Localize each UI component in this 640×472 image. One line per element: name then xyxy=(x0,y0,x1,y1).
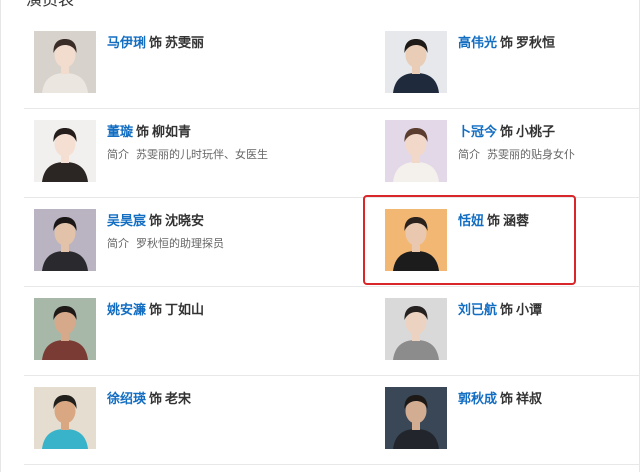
actor-name-link[interactable]: 马伊琍 xyxy=(107,35,146,50)
role-name: 丁如山 xyxy=(165,302,205,317)
role-name: 沈晓安 xyxy=(165,213,205,228)
actor-photo[interactable] xyxy=(34,120,96,182)
cast-item[interactable]: 姚安濂饰丁如山 xyxy=(34,287,304,375)
actor-name-link[interactable]: 高伟光 xyxy=(458,35,497,50)
description-text: 苏雯丽的儿时玩伴、女医生 xyxy=(136,149,268,161)
actor-photo[interactable] xyxy=(34,298,96,360)
actor-name-link[interactable]: 徐绍瑛 xyxy=(107,391,146,406)
cast-item[interactable]: 马伊琍饰苏雯丽 xyxy=(34,20,304,108)
cast-name-line: 姚安濂饰丁如山 xyxy=(107,302,204,318)
actor-name-link[interactable]: 卜冠今 xyxy=(458,124,497,139)
cast-row: 马伊琍饰苏雯丽 高伟光饰罗秋恒 xyxy=(24,20,640,109)
cast-name-line: 徐绍瑛饰老宋 xyxy=(107,391,191,407)
as-label: 饰 xyxy=(149,213,163,228)
cast-item[interactable]: 吴昊宸饰沈晓安简介 罗秋恒的助理探员 xyxy=(34,198,304,286)
cast-name-line: 刘已航饰小谭 xyxy=(458,302,542,318)
description-label: 简介 xyxy=(107,238,129,250)
actor-photo[interactable] xyxy=(385,387,447,449)
role-name: 老宋 xyxy=(165,391,192,406)
role-description: 简介 苏雯丽的儿时玩伴、女医生 xyxy=(107,148,268,162)
actor-name-link[interactable]: 郭秋成 xyxy=(458,391,497,406)
cast-item[interactable]: 高伟光饰罗秋恒 xyxy=(385,20,640,108)
cast-name-line: 董璇饰柳如青 xyxy=(107,124,191,140)
role-name: 小桃子 xyxy=(516,124,556,139)
as-label: 饰 xyxy=(500,391,514,406)
as-label: 饰 xyxy=(500,302,514,317)
description-label: 简介 xyxy=(107,149,129,161)
cast-item[interactable]: 卜冠今饰小桃子简介 苏雯丽的贴身女仆 xyxy=(385,109,640,197)
description-label: 简介 xyxy=(458,149,480,161)
as-label: 饰 xyxy=(500,35,514,50)
cast-row: 董璇饰柳如青 简介 苏雯丽的儿时玩伴、女医生 卜冠今饰小桃子 简介 苏雯丽的贴身女仆 xyxy=(24,109,640,198)
role-name: 苏雯丽 xyxy=(165,35,205,50)
as-label: 饰 xyxy=(136,124,150,139)
actor-photo[interactable] xyxy=(385,31,447,93)
as-label: 饰 xyxy=(149,391,163,406)
highlight-box xyxy=(363,195,576,285)
as-label: 饰 xyxy=(149,35,163,50)
actor-photo[interactable] xyxy=(34,31,96,93)
role-name: 柳如青 xyxy=(152,124,192,139)
role-name: 祥叔 xyxy=(516,391,543,406)
actor-photo[interactable] xyxy=(385,120,447,182)
actor-name-link[interactable]: 董璇 xyxy=(107,124,133,139)
cast-name-line: 郭秋成饰祥叔 xyxy=(458,391,542,407)
cast-name-line: 卜冠今饰小桃子 xyxy=(458,124,555,140)
cast-item[interactable]: 徐绍瑛饰老宋 xyxy=(34,376,304,464)
actor-name-link[interactable]: 姚安濂 xyxy=(107,302,146,317)
role-name: 小谭 xyxy=(516,302,543,317)
actor-name-link[interactable]: 吴昊宸 xyxy=(107,213,146,228)
as-label: 饰 xyxy=(149,302,163,317)
cast-row: 徐绍瑛饰老宋 郭秋成饰祥叔 xyxy=(24,376,640,465)
cast-name-line: 高伟光饰罗秋恒 xyxy=(458,35,555,51)
cast-item[interactable]: 董璇饰柳如青简介 苏雯丽的儿时玩伴、女医生 xyxy=(34,109,304,197)
as-label: 饰 xyxy=(500,124,514,139)
cast-row: 姚安濂饰丁如山 刘已航饰小谭 xyxy=(24,287,640,376)
description-text: 罗秋恒的助理探员 xyxy=(136,238,224,250)
role-description: 简介 罗秋恒的助理探员 xyxy=(107,237,224,251)
cast-item[interactable]: 郭秋成饰祥叔 xyxy=(385,376,640,464)
actor-photo[interactable] xyxy=(385,298,447,360)
cast-name-line: 马伊琍饰苏雯丽 xyxy=(107,35,204,51)
role-description: 简介 苏雯丽的贴身女仆 xyxy=(458,148,575,162)
cast-name-line: 吴昊宸饰沈晓安 xyxy=(107,213,204,229)
actor-photo[interactable] xyxy=(34,387,96,449)
actor-name-link[interactable]: 刘已航 xyxy=(458,302,497,317)
actor-photo[interactable] xyxy=(34,209,96,271)
description-text: 苏雯丽的贴身女仆 xyxy=(487,149,575,161)
cast-item[interactable]: 刘已航饰小谭 xyxy=(385,287,640,375)
role-name: 罗秋恒 xyxy=(516,35,556,50)
